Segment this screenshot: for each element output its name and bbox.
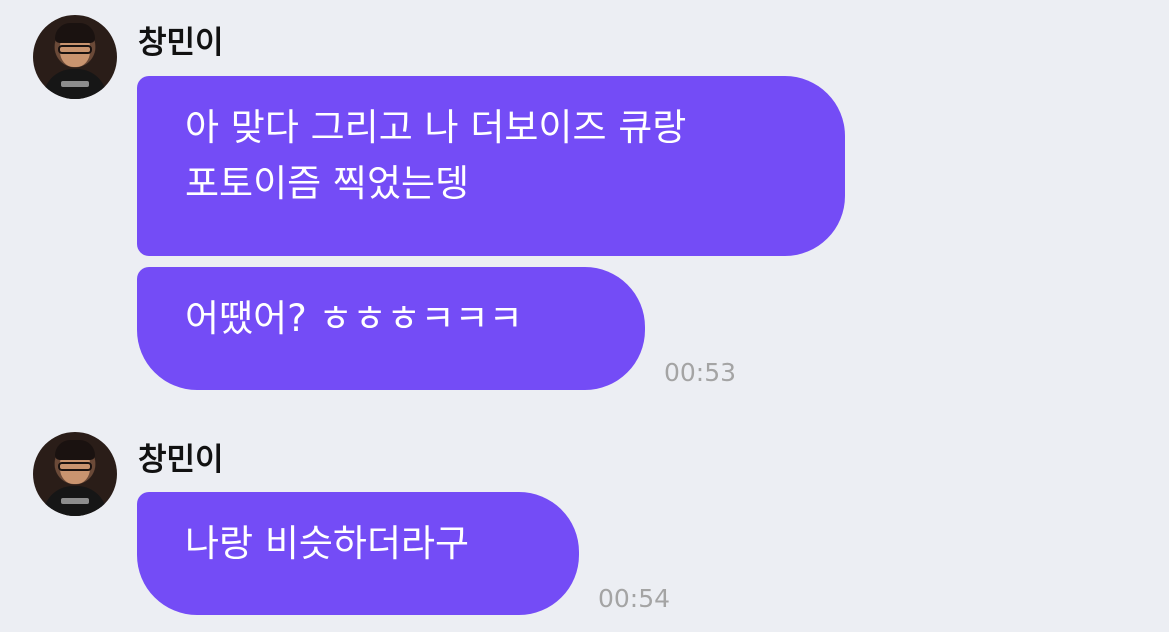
avatar-glasses xyxy=(58,45,92,54)
message-timestamp: 00:54 xyxy=(598,584,671,613)
sender-avatar[interactable] xyxy=(33,432,117,516)
message-timestamp: 00:53 xyxy=(664,358,737,387)
message-bubble[interactable]: 어땠어? ㅎㅎㅎㅋㅋㅋ xyxy=(137,267,645,390)
sender-avatar[interactable] xyxy=(33,15,117,99)
avatar-hair xyxy=(55,440,95,460)
avatar-shirt-print xyxy=(61,81,89,87)
avatar-hair xyxy=(55,23,95,43)
sender-name: 창민이 xyxy=(138,25,224,61)
avatar-glasses xyxy=(58,462,92,471)
sender-name: 창민이 xyxy=(138,442,224,478)
message-bubble[interactable]: 나랑 비슷하더라구 xyxy=(137,492,579,615)
message-bubble[interactable]: 아 맞다 그리고 나 더보이즈 큐랑 포토이즘 찍었는뎅 xyxy=(137,76,845,256)
avatar-shirt-print xyxy=(61,498,89,504)
